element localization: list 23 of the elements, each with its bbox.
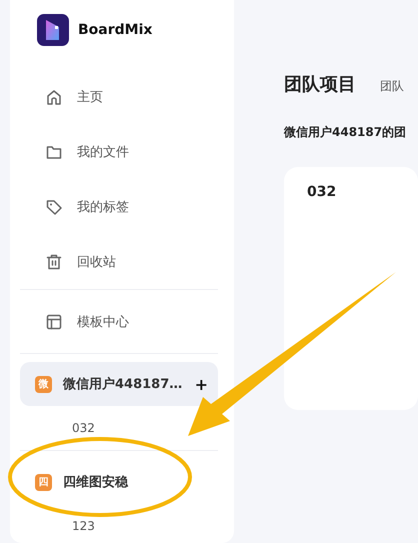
section-heading: 微信用户448187的团 — [284, 124, 408, 141]
home-icon — [45, 88, 63, 106]
team-members-tab[interactable]: 团队 — [380, 78, 404, 95]
add-button[interactable]: + — [194, 374, 208, 394]
team-item[interactable]: 四 四维图安稳 — [20, 460, 218, 504]
team-avatar: 四 — [35, 474, 52, 490]
nav-item[interactable]: 我的标签 — [20, 179, 224, 234]
nav-item[interactable]: 主页 — [20, 69, 224, 124]
project-item[interactable]: 123 — [20, 504, 224, 543]
logo-icon — [37, 14, 69, 46]
nav-item[interactable]: 回收站 — [20, 234, 224, 289]
project-card[interactable]: 032 — [284, 167, 418, 410]
nav-item[interactable]: 我的文件 — [20, 124, 224, 179]
nav-item[interactable]: 模板中心 — [20, 290, 224, 353]
team-avatar: 微 — [35, 376, 52, 392]
app-name: BoardMix — [78, 22, 152, 38]
template-icon — [45, 312, 63, 330]
card-title: 032 — [307, 184, 338, 200]
project-item[interactable]: 032 — [20, 406, 224, 450]
tag-icon — [45, 198, 63, 216]
trash-icon — [45, 252, 63, 270]
team-item[interactable]: 微 微信用户448187… + — [20, 362, 218, 406]
page-title: 团队项目 — [284, 73, 356, 96]
